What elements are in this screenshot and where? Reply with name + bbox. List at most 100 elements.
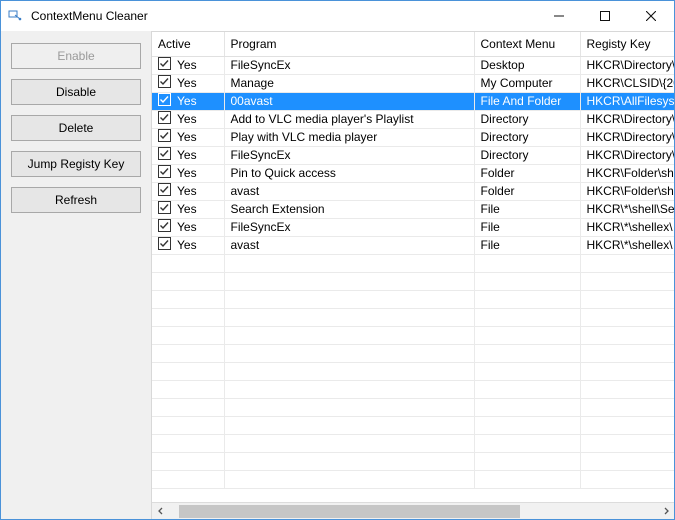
cell-regkey: HKCR\*\shellex\ — [580, 236, 674, 254]
row-checkbox[interactable] — [158, 57, 171, 73]
table-row-empty: .... — [152, 434, 674, 452]
active-label: Yes — [177, 130, 197, 144]
table-row[interactable]: Yes00avastFile And FolderHKCR\AllFilesys… — [152, 92, 674, 110]
app-window: ContextMenu Cleaner Enable Disable Delete J… — [0, 0, 675, 520]
cell-context: File — [474, 218, 580, 236]
table-body: Yes FileSyncExDesktopHKCR\Directory\YesM… — [152, 56, 674, 488]
scroll-track[interactable] — [169, 503, 657, 519]
cell-program: 00avast — [224, 92, 474, 110]
row-checkbox[interactable] — [158, 75, 171, 91]
cell-active: Yes — [152, 56, 224, 74]
table-row-empty: .... — [152, 362, 674, 380]
cell-context: File — [474, 200, 580, 218]
disable-button[interactable]: Disable — [11, 79, 141, 105]
cell-context: Directory — [474, 146, 580, 164]
table-row-empty: .... — [152, 380, 674, 398]
col-program[interactable]: Program — [224, 32, 474, 56]
cell-regkey: HKCR\Directory\ — [580, 56, 674, 74]
cell-regkey: HKCR\Folder\she — [580, 164, 674, 182]
grid-wrap: Active Program Context Menu Registy Key … — [151, 32, 674, 519]
active-label: Yes — [177, 166, 197, 180]
row-checkbox[interactable] — [158, 93, 171, 109]
jumpreg-button[interactable]: Jump Registy Key — [11, 151, 141, 177]
cell-program: Play with VLC media player — [224, 128, 474, 146]
row-checkbox[interactable] — [158, 129, 171, 145]
col-regkey[interactable]: Registy Key — [580, 32, 674, 56]
cell-program: avast — [224, 182, 474, 200]
table-row[interactable]: Yes FileSyncExDirectoryHKCR\Directory\ — [152, 146, 674, 164]
row-checkbox[interactable] — [158, 183, 171, 199]
table-row[interactable]: YesPlay with VLC media playerDirectoryHK… — [152, 128, 674, 146]
row-checkbox[interactable] — [158, 111, 171, 127]
cell-regkey: HKCR\Folder\she — [580, 182, 674, 200]
enable-button: Enable — [11, 43, 141, 69]
row-checkbox[interactable] — [158, 165, 171, 181]
refresh-button[interactable]: Refresh — [11, 187, 141, 213]
delete-button[interactable]: Delete — [11, 115, 141, 141]
table-row[interactable]: YesavastFileHKCR\*\shellex\ — [152, 236, 674, 254]
table-row[interactable]: YesavastFolderHKCR\Folder\she — [152, 182, 674, 200]
data-grid[interactable]: Active Program Context Menu Registy Key … — [152, 32, 674, 502]
table-row-empty: .... — [152, 326, 674, 344]
cell-context: Desktop — [474, 56, 580, 74]
header-row: Active Program Context Menu Registy Key — [152, 32, 674, 56]
cell-regkey: HKCR\*\shellex\ — [580, 218, 674, 236]
cell-program: avast — [224, 236, 474, 254]
cell-active: Yes — [152, 146, 224, 164]
table-row[interactable]: YesSearch ExtensionFileHKCR\*\shell\Se — [152, 200, 674, 218]
cell-context: File And Folder — [474, 92, 580, 110]
context-menu-table: Active Program Context Menu Registy Key … — [152, 32, 674, 489]
cell-active: Yes — [152, 110, 224, 128]
scroll-thumb[interactable] — [179, 505, 521, 518]
table-row[interactable]: YesAdd to VLC media player's PlaylistDir… — [152, 110, 674, 128]
cell-active: Yes — [152, 218, 224, 236]
table-row-empty: .... — [152, 416, 674, 434]
close-button[interactable] — [628, 1, 674, 31]
active-label: Yes — [177, 112, 197, 126]
cell-regkey: HKCR\Directory\ — [580, 110, 674, 128]
button-label: Jump Registy Key — [28, 157, 125, 171]
table-row[interactable]: YesManageMy ComputerHKCR\CLSID\{20 — [152, 74, 674, 92]
cell-active: Yes — [152, 200, 224, 218]
table-row-empty: .... — [152, 290, 674, 308]
cell-regkey: HKCR\AllFilesyst — [580, 92, 674, 110]
app-icon — [1, 9, 29, 23]
button-label: Refresh — [55, 193, 97, 207]
minimize-button[interactable] — [536, 1, 582, 31]
row-checkbox[interactable] — [158, 237, 171, 253]
scroll-left-icon[interactable] — [152, 503, 169, 520]
col-active[interactable]: Active — [152, 32, 224, 56]
horizontal-scrollbar[interactable] — [152, 502, 674, 519]
maximize-button[interactable] — [582, 1, 628, 31]
row-checkbox[interactable] — [158, 201, 171, 217]
table-row[interactable]: YesPin to Quick accessFolderHKCR\Folder\… — [152, 164, 674, 182]
table-row[interactable]: Yes FileSyncExDesktopHKCR\Directory\ — [152, 56, 674, 74]
active-label: Yes — [177, 220, 197, 234]
cell-program: FileSyncEx — [224, 56, 474, 74]
cell-context: My Computer — [474, 74, 580, 92]
row-checkbox[interactable] — [158, 219, 171, 235]
cell-active: Yes — [152, 164, 224, 182]
cell-active: Yes — [152, 128, 224, 146]
cell-program: FileSyncEx — [224, 146, 474, 164]
cell-context: Folder — [474, 182, 580, 200]
table-row-empty: .... — [152, 254, 674, 272]
cell-context: Folder — [474, 164, 580, 182]
cell-program: Search Extension — [224, 200, 474, 218]
table-row-empty: .... — [152, 470, 674, 488]
scroll-right-icon[interactable] — [657, 503, 674, 520]
active-label: Yes — [177, 238, 197, 252]
cell-program: FileSyncEx — [224, 218, 474, 236]
cell-program: Add to VLC media player's Playlist — [224, 110, 474, 128]
col-context[interactable]: Context Menu — [474, 32, 580, 56]
cell-regkey: HKCR\Directory\ — [580, 146, 674, 164]
active-label: Yes — [177, 148, 197, 162]
cell-active: Yes — [152, 236, 224, 254]
table-row[interactable]: Yes FileSyncExFileHKCR\*\shellex\ — [152, 218, 674, 236]
active-label: Yes — [177, 76, 197, 90]
main: Active Program Context Menu Registy Key … — [151, 31, 674, 519]
body: Enable Disable Delete Jump Registy Key Refre… — [1, 31, 674, 519]
cell-regkey: HKCR\*\shell\Se — [580, 200, 674, 218]
row-checkbox[interactable] — [158, 147, 171, 163]
titlebar: ContextMenu Cleaner — [1, 1, 674, 31]
